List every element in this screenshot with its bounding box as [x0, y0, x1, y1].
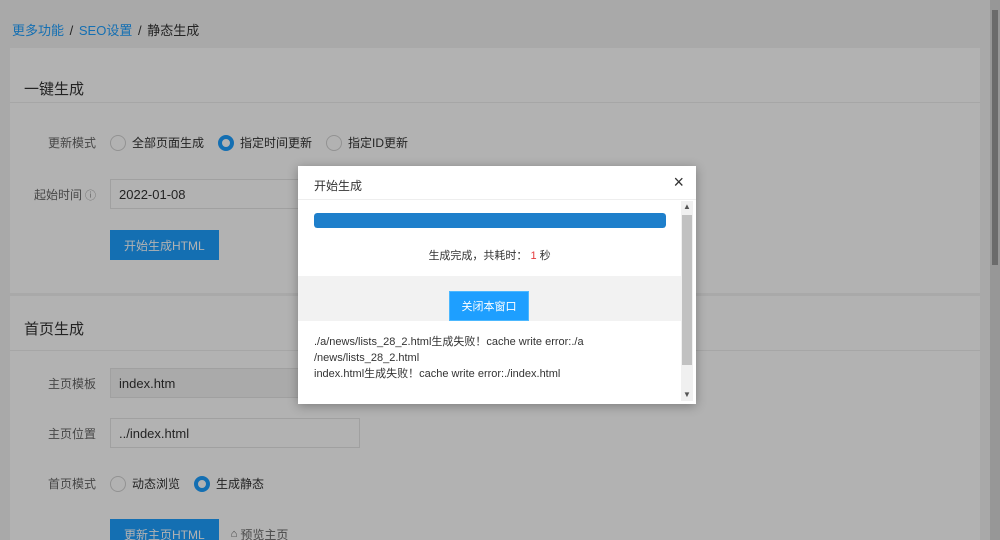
progress-fill: [314, 213, 666, 228]
close-icon[interactable]: ×: [673, 172, 684, 192]
elapsed-seconds: 1: [530, 250, 537, 262]
completion-message: 生成完成，共耗时： 1 秒: [298, 247, 681, 263]
generate-modal: 开始生成 × 生成完成，共耗时： 1 秒 关闭本窗口 ./a/news/lists_…: [298, 166, 696, 404]
completion-prefix: 生成完成，共耗时：: [428, 250, 528, 262]
scroll-up-icon[interactable]: ▲: [681, 201, 693, 213]
modal-scrollbar[interactable]: ▲ ▼: [681, 201, 693, 401]
modal-scrollbar-thumb[interactable]: [682, 215, 692, 365]
log-line: index.html生成失败！cache write error:./index…: [314, 368, 561, 380]
progress-bar: [314, 213, 666, 228]
completion-suffix: 秒: [539, 250, 551, 262]
log-line: ./a/news/lists_28_2.html生成失败！cache write…: [314, 336, 584, 348]
close-window-button[interactable]: 关闭本窗口: [450, 292, 528, 320]
scroll-down-icon[interactable]: ▼: [681, 389, 693, 401]
log-output: ./a/news/lists_28_2.html生成失败！cache write…: [314, 334, 614, 382]
log-line: /news/lists_28_2.html: [314, 352, 420, 364]
modal-header: 开始生成 ×: [298, 166, 696, 200]
modal-title: 开始生成: [314, 179, 363, 193]
modal-body: 生成完成，共耗时： 1 秒 关闭本窗口 ./a/news/lists_28_2.ht…: [298, 201, 681, 398]
